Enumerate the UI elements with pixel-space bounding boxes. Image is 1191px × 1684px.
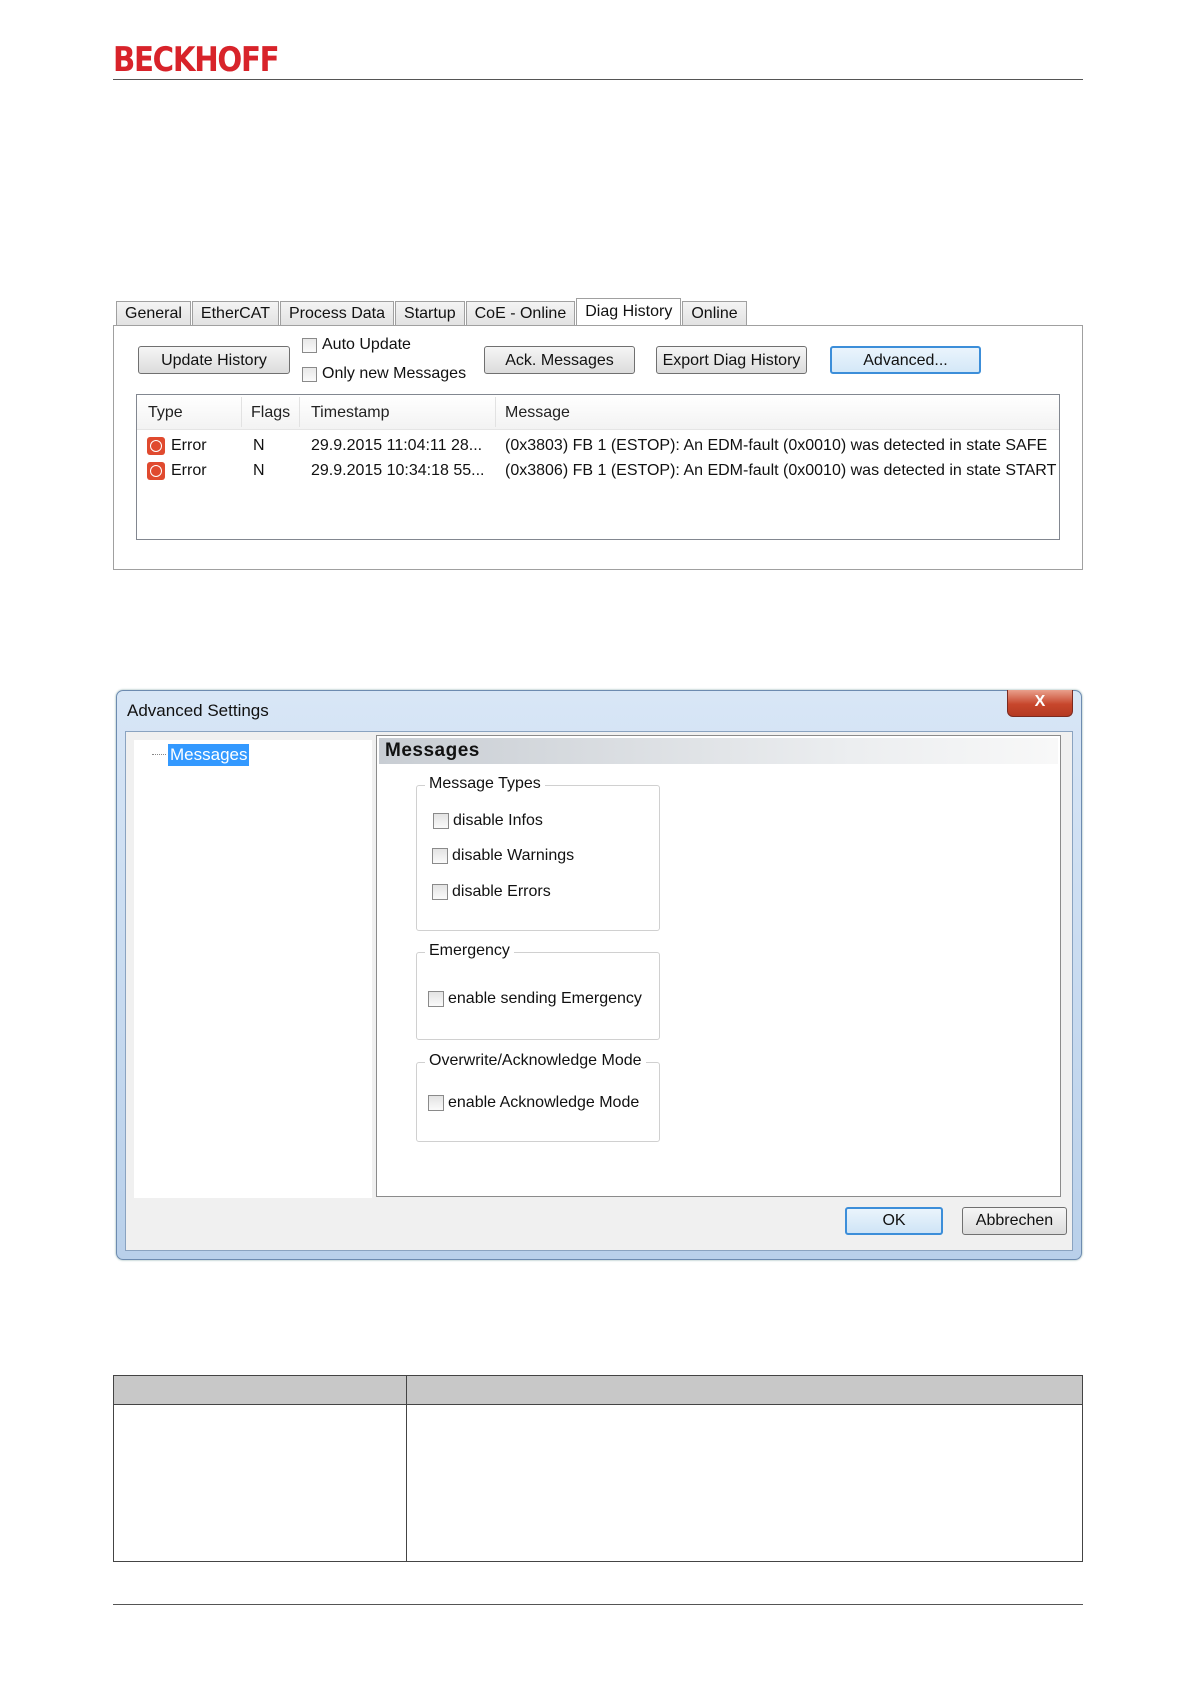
row-type: Error [171, 462, 207, 479]
checkbox-label: enable sending Emergency [448, 990, 642, 1007]
group-label: Emergency [425, 942, 514, 960]
column-flags[interactable]: Flags [251, 404, 290, 422]
column-separator [299, 397, 300, 427]
only-new-messages-checkbox[interactable]: Only new Messages [302, 365, 466, 383]
content-title: Messages [379, 738, 1058, 764]
close-icon: X [1034, 693, 1046, 710]
error-icon [147, 437, 165, 455]
enable-sending-emergency-checkbox[interactable]: enable sending Emergency [428, 990, 642, 1008]
enable-acknowledge-mode-checkbox[interactable]: enable Acknowledge Mode [428, 1094, 639, 1112]
diag-message-list[interactable]: Type Flags Timestamp Message Error N 29.… [136, 394, 1060, 540]
auto-update-label: Auto Update [322, 336, 411, 353]
row-timestamp: 29.9.2015 10:34:18 55... [311, 462, 485, 479]
header-rule [113, 79, 1083, 80]
checkbox-label: disable Infos [453, 812, 543, 829]
group-label: Message Types [425, 775, 545, 793]
tab-coe-online[interactable]: CoE - Online [465, 301, 576, 326]
only-new-messages-label: Only new Messages [322, 365, 467, 382]
dialog-body: Messages Messages Message Types disable … [125, 731, 1073, 1251]
dialog-title: Advanced Settings [127, 701, 269, 720]
checkbox-label: disable Errors [452, 883, 551, 900]
disable-infos-checkbox[interactable]: disable Infos [433, 812, 543, 830]
tab-startup[interactable]: Startup [395, 301, 465, 326]
tab-strip: General EtherCAT Process Data Startup Co… [116, 298, 748, 327]
message-types-group: Message Types disable Infos disable Warn… [416, 775, 660, 931]
table-row[interactable]: Error N 29.9.2015 11:04:11 28... (0x3803… [137, 435, 1059, 459]
row-type: Error [171, 437, 207, 454]
parameter-table [113, 1375, 1083, 1562]
checkbox-box[interactable] [432, 884, 448, 900]
column-separator [495, 397, 496, 427]
list-header: Type Flags Timestamp Message [137, 395, 1059, 430]
tab-online[interactable]: Online [682, 301, 747, 326]
checkbox-box[interactable] [428, 1095, 444, 1111]
column-separator [241, 397, 242, 427]
checkbox-label: disable Warnings [452, 847, 575, 864]
table-header [114, 1376, 1082, 1405]
tree-connector [152, 754, 166, 755]
group-label: Overwrite/Acknowledge Mode [425, 1052, 646, 1070]
checkbox-box[interactable] [433, 813, 449, 829]
ok-button[interactable]: OK [845, 1207, 943, 1235]
checkbox-box[interactable] [302, 337, 317, 353]
advanced-button[interactable]: Advanced... [830, 346, 981, 374]
row-flags: N [253, 462, 265, 479]
column-timestamp[interactable]: Timestamp [311, 404, 390, 422]
row-message: (0x3803) FB 1 (ESTOP): An EDM-fault (0x0… [505, 437, 1048, 454]
disable-warnings-checkbox[interactable]: disable Warnings [432, 847, 574, 865]
table-column-separator [406, 1376, 407, 1561]
tab-diag-history[interactable]: Diag History [576, 298, 682, 327]
ack-messages-button[interactable]: Ack. Messages [484, 346, 635, 374]
update-history-button[interactable]: Update History [138, 346, 290, 374]
advanced-settings-dialog: Advanced Settings X Messages Messages Me… [116, 690, 1082, 1260]
checkbox-box[interactable] [432, 848, 448, 864]
settings-tree: Messages [134, 740, 372, 1198]
emergency-group: Emergency enable sending Emergency [416, 942, 660, 1040]
row-flags: N [253, 437, 265, 454]
footer-rule [113, 1604, 1083, 1605]
column-message[interactable]: Message [505, 404, 570, 422]
cancel-button[interactable]: Abbrechen [962, 1207, 1067, 1235]
settings-content: Messages Message Types disable Infos dis… [376, 735, 1061, 1197]
table-row[interactable]: Error N 29.9.2015 10:34:18 55... (0x3806… [137, 460, 1059, 484]
disable-errors-checkbox[interactable]: disable Errors [432, 883, 551, 901]
row-message: (0x3806) FB 1 (ESTOP): An EDM-fault (0x0… [505, 462, 1057, 479]
tab-ethercat[interactable]: EtherCAT [191, 301, 279, 326]
close-button[interactable]: X [1007, 690, 1073, 717]
tab-general[interactable]: General [116, 301, 191, 326]
checkbox-box[interactable] [302, 366, 317, 382]
error-icon [147, 462, 165, 480]
auto-update-checkbox[interactable]: Auto Update [302, 336, 411, 354]
diag-history-panel: Update History Auto Update Only new Mess… [113, 325, 1083, 570]
beckhoff-logo: BECKHOFF [113, 40, 280, 80]
overwrite-acknowledge-group: Overwrite/Acknowledge Mode enable Acknow… [416, 1052, 660, 1142]
checkbox-label: enable Acknowledge Mode [448, 1094, 640, 1111]
column-type[interactable]: Type [148, 404, 183, 422]
row-timestamp: 29.9.2015 11:04:11 28... [311, 437, 483, 454]
export-diag-history-button[interactable]: Export Diag History [656, 346, 807, 374]
checkbox-box[interactable] [428, 991, 444, 1007]
tree-item-messages[interactable]: Messages [168, 744, 250, 766]
tab-process-data[interactable]: Process Data [279, 301, 395, 326]
